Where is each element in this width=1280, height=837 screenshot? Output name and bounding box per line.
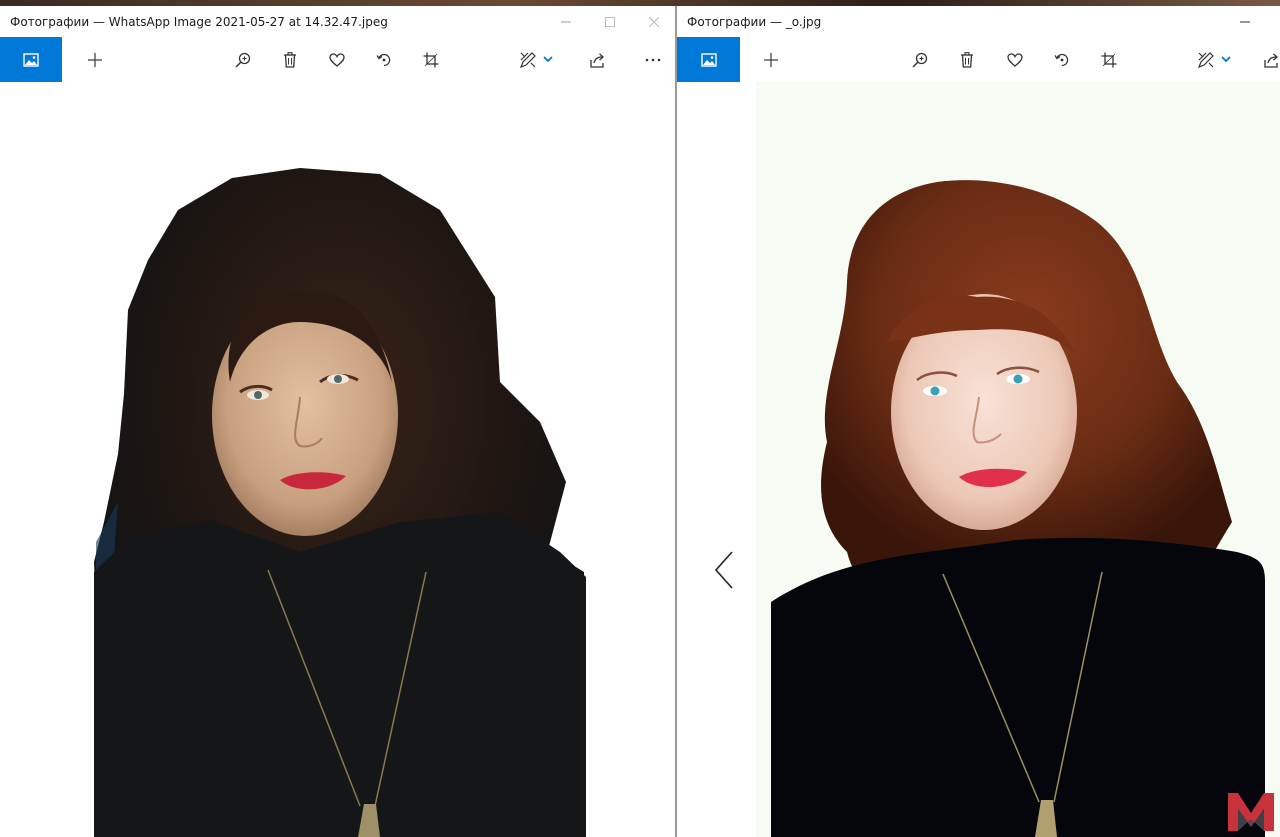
more-icon bbox=[645, 58, 661, 61]
m-logo-icon bbox=[1228, 793, 1274, 831]
add-icon bbox=[88, 52, 102, 67]
chevron-down-icon bbox=[1221, 56, 1231, 63]
rotate-button[interactable] bbox=[371, 37, 397, 82]
zoom-button[interactable] bbox=[907, 37, 933, 82]
crop-icon bbox=[423, 52, 439, 67]
chevron-down-icon bbox=[543, 56, 553, 63]
title-bar[interactable]: Фотографии — WhatsApp Image 2021-05-27 a… bbox=[0, 6, 675, 37]
share-button[interactable] bbox=[585, 37, 611, 82]
gallery-button[interactable] bbox=[677, 37, 740, 82]
zoom-button[interactable] bbox=[230, 37, 256, 82]
delete-icon bbox=[961, 51, 973, 68]
edit-create-button[interactable] bbox=[514, 37, 542, 82]
gallery-button[interactable] bbox=[0, 37, 62, 82]
edit-draw-icon bbox=[519, 51, 536, 68]
edit-draw-icon bbox=[1197, 51, 1214, 68]
maximize-button[interactable] bbox=[588, 6, 632, 37]
favorite-button[interactable] bbox=[1002, 37, 1028, 82]
close-icon bbox=[649, 16, 659, 27]
gallery-icon bbox=[23, 52, 39, 67]
previous-button[interactable] bbox=[711, 550, 737, 590]
favorite-button[interactable] bbox=[324, 37, 350, 82]
heart-icon bbox=[329, 52, 345, 67]
photo-canvas bbox=[0, 82, 675, 837]
heart-icon bbox=[1007, 52, 1023, 67]
toolbar bbox=[0, 37, 675, 82]
rotate-icon bbox=[1054, 53, 1069, 66]
minimize-button[interactable] bbox=[544, 6, 588, 37]
edit-dropdown-button[interactable] bbox=[1218, 37, 1234, 82]
window-title: Фотографии — _o.jpg bbox=[687, 15, 822, 29]
more-button[interactable] bbox=[640, 37, 666, 82]
rotate-icon bbox=[376, 53, 391, 66]
maximize-icon bbox=[605, 16, 615, 27]
delete-button[interactable] bbox=[277, 37, 303, 82]
delete-icon bbox=[284, 51, 296, 68]
minimize-icon bbox=[561, 21, 571, 22]
toolbar bbox=[677, 37, 1280, 82]
zoom-icon bbox=[235, 52, 251, 68]
add-button[interactable] bbox=[758, 37, 784, 82]
photo-canvas bbox=[677, 82, 1280, 837]
portrait-photo bbox=[94, 168, 586, 837]
share-button[interactable] bbox=[1261, 37, 1280, 82]
close-button[interactable] bbox=[632, 6, 675, 37]
zoom-icon bbox=[912, 52, 928, 68]
add-icon bbox=[764, 52, 778, 67]
crop-icon bbox=[1101, 52, 1117, 67]
portrait-photo bbox=[756, 82, 1280, 837]
photos-window-right: Фотографии — _o.jpg bbox=[677, 6, 1280, 837]
minimize-button[interactable] bbox=[1223, 6, 1267, 37]
rotate-button[interactable] bbox=[1049, 37, 1075, 82]
delete-button[interactable] bbox=[954, 37, 980, 82]
edit-dropdown-button[interactable] bbox=[540, 37, 556, 82]
share-icon bbox=[1264, 52, 1278, 68]
share-icon bbox=[590, 52, 604, 68]
title-bar[interactable]: Фотографии — _o.jpg bbox=[677, 6, 1280, 37]
gallery-icon bbox=[700, 52, 717, 67]
photos-window-left: Фотографии — WhatsApp Image 2021-05-27 a… bbox=[0, 6, 675, 837]
add-button[interactable] bbox=[82, 37, 108, 82]
minimize-icon bbox=[1240, 21, 1250, 22]
chevron-left-icon bbox=[714, 551, 733, 589]
crop-button[interactable] bbox=[1096, 37, 1122, 82]
crop-button[interactable] bbox=[418, 37, 444, 82]
edit-create-button[interactable] bbox=[1192, 37, 1220, 82]
window-title: Фотографии — WhatsApp Image 2021-05-27 a… bbox=[10, 15, 388, 29]
